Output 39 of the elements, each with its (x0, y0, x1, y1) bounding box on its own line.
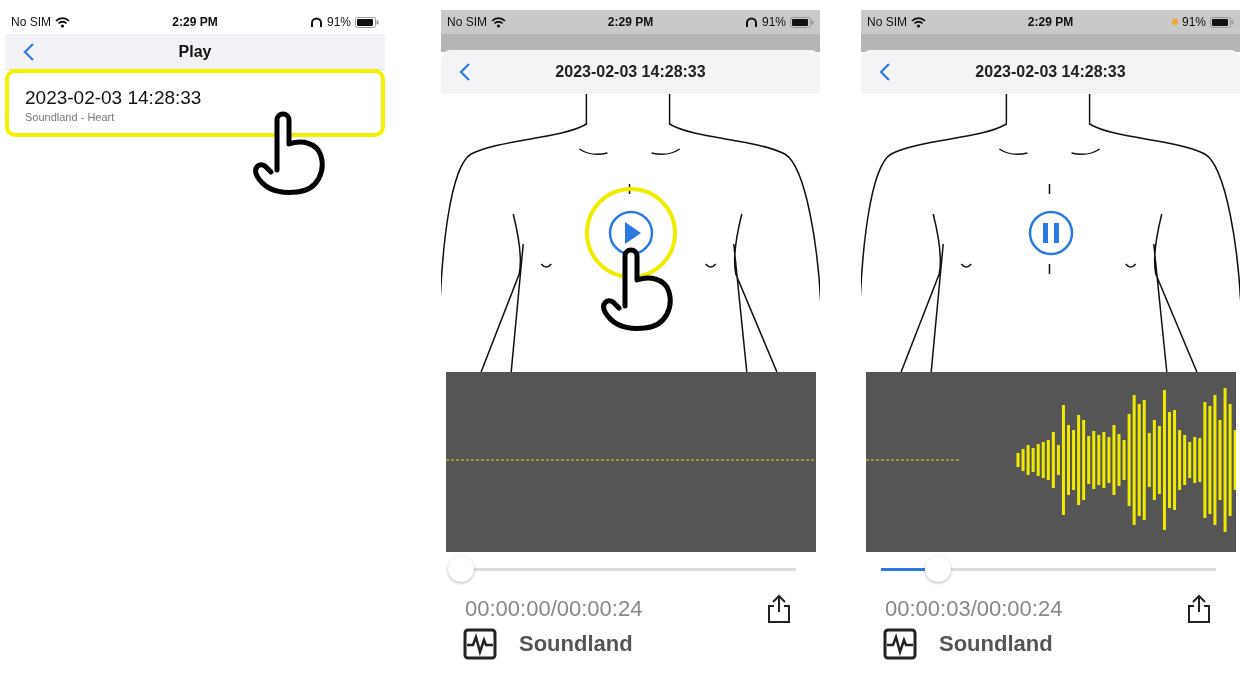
pause-icon (1027, 210, 1074, 256)
wifi-icon (55, 16, 70, 28)
battery-text: 91% (1181, 15, 1206, 29)
recording-title: 2023-02-03 14:28:33 (25, 87, 203, 109)
wifi-icon (911, 16, 926, 28)
battery-icon (1210, 16, 1234, 28)
nav-title: Play (177, 42, 213, 61)
playback-time: 00:00:00/00:00:24 (465, 596, 643, 622)
back-icon[interactable] (879, 62, 891, 82)
back-icon[interactable] (459, 62, 471, 82)
back-icon[interactable] (23, 42, 35, 62)
brand-name: Soundland (519, 631, 633, 657)
recording-title: 2023-02-03 14:28:33 (554, 63, 707, 81)
pause-button[interactable] (1026, 209, 1075, 257)
share-button[interactable] (766, 594, 792, 624)
recording-title: 2023-02-03 14:28:33 (974, 63, 1127, 81)
heartbeat-logo-icon (463, 628, 497, 660)
slider-thumb[interactable] (448, 556, 474, 582)
wifi-icon (491, 16, 506, 28)
recording-subtitle: Soundland - Heart (25, 111, 116, 123)
battery-text: 91% (761, 15, 786, 29)
battery-icon (355, 16, 379, 28)
carrier-text: No SIM (867, 15, 907, 29)
carrier-text: No SIM (447, 15, 487, 29)
slider-thumb[interactable] (924, 556, 951, 582)
share-icon (766, 594, 792, 624)
battery-icon (790, 16, 814, 28)
playback-time: 00:00:03/00:00:24 (885, 596, 1063, 622)
share-button[interactable] (1186, 594, 1212, 624)
carrier-text: No SIM (11, 15, 51, 29)
clock-text: 2:29 PM (607, 15, 654, 29)
recording-list-item[interactable]: 2023-02-03 14:28:33 Soundland - Heart (5, 69, 385, 137)
share-icon (1186, 594, 1212, 624)
brand-name: Soundland (939, 631, 1053, 657)
clock-text: 2:29 PM (1027, 15, 1074, 29)
heartbeat-logo-icon (883, 628, 917, 660)
play-icon (607, 210, 654, 256)
battery-text: 91% (326, 15, 351, 29)
clock-text: 2:29 PM (172, 15, 218, 29)
